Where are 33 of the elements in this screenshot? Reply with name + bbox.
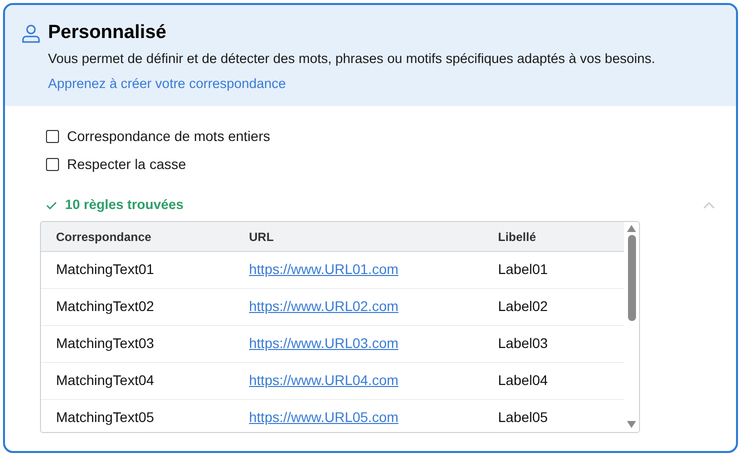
scroll-down-icon[interactable] bbox=[627, 421, 636, 428]
checkbox-label: Respecter la casse bbox=[67, 154, 186, 174]
table-cell: MatchingText03 bbox=[56, 335, 154, 351]
panel-description: Vous permet de définir et de détecter des mots, phrases ou motifs spécifiques adaptés à vos besoins. bbox=[48, 50, 656, 68]
checkbox[interactable] bbox=[46, 130, 59, 142]
url-link[interactable]: https://www.URL01.com bbox=[249, 261, 398, 277]
checkbox[interactable] bbox=[46, 158, 59, 170]
checkbox-label: Correspondance de mots entiers bbox=[67, 126, 270, 146]
url-link[interactable]: https://www.URL04.com bbox=[249, 372, 398, 388]
column-header: Libellé bbox=[498, 230, 536, 244]
table-cell: MatchingText05 bbox=[56, 409, 154, 425]
column-header: URL bbox=[249, 230, 274, 244]
user-icon bbox=[22, 24, 40, 43]
scroll-up-icon[interactable] bbox=[627, 225, 636, 232]
table-cell: Label01 bbox=[498, 261, 548, 277]
table-cell: MatchingText01 bbox=[56, 261, 154, 277]
table-cell: Label04 bbox=[498, 372, 548, 388]
check-icon bbox=[46, 200, 57, 210]
results-count: 10 règles trouvées bbox=[65, 196, 184, 214]
url-link[interactable]: https://www.URL03.com bbox=[249, 335, 398, 351]
collapse-toggle[interactable] bbox=[702, 200, 716, 210]
table-cell: MatchingText04 bbox=[56, 372, 154, 388]
url-link[interactable]: https://www.URL02.com bbox=[249, 298, 398, 314]
scrollbar[interactable] bbox=[624, 222, 639, 432]
scrollbar-thumb[interactable] bbox=[628, 235, 636, 321]
help-link[interactable]: Apprenez à créer votre correspondance bbox=[48, 74, 286, 94]
url-link[interactable]: https://www.URL05.com bbox=[249, 409, 398, 425]
table-cell: MatchingText02 bbox=[56, 298, 154, 314]
column-header: Correspondance bbox=[56, 230, 152, 244]
table-cell: Label03 bbox=[498, 335, 548, 351]
table-cell: Label05 bbox=[498, 409, 548, 425]
panel-title: Personnalisé bbox=[48, 21, 168, 45]
table-cell: Label02 bbox=[498, 298, 548, 314]
